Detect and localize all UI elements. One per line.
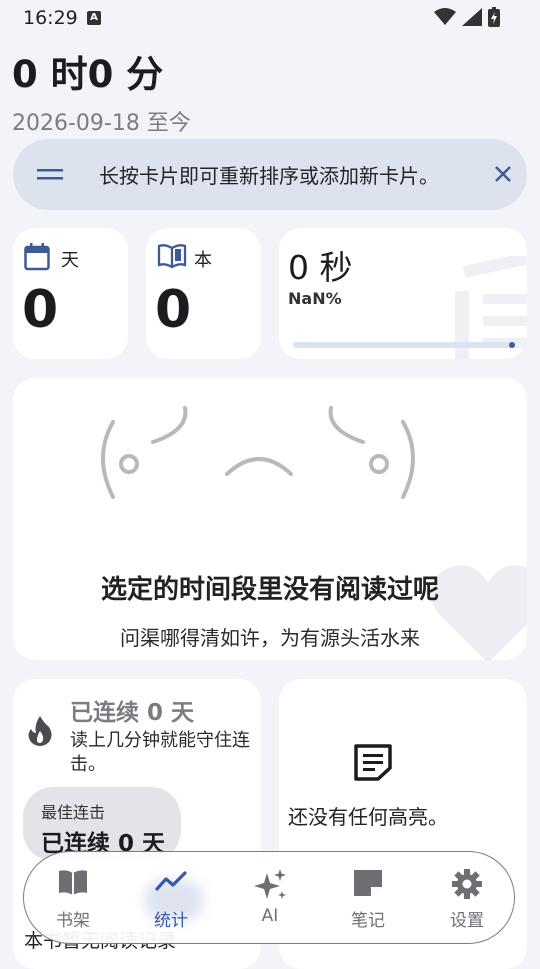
time-value: 0 秒: [288, 248, 353, 287]
status-time: 16:29: [23, 7, 78, 29]
calendar-icon: [24, 243, 50, 271]
time-percent: NaN%: [288, 289, 342, 308]
bottom-navigation: 书架 统计 AI 笔记 设置: [23, 851, 515, 944]
note-icon: [354, 870, 382, 896]
fire-icon: [28, 716, 52, 746]
sparkle-icon: [254, 869, 286, 899]
nav-label: 统计: [154, 911, 188, 931]
streak-title: 已连续 0 天: [70, 700, 195, 726]
status-bar: 16:29 A: [0, 0, 540, 36]
note-icon: [354, 744, 392, 781]
gear-icon: [452, 869, 482, 899]
close-icon[interactable]: [491, 162, 515, 186]
empty-title: 选定的时间段里没有阅读过呢: [100, 575, 439, 605]
tip-text: 长按卡片即可重新排序或添加新卡片。: [99, 164, 439, 188]
nav-label: 笔记: [351, 911, 385, 931]
empty-quote: 问渠哪得清如许，为有源头活水来: [120, 626, 420, 650]
progress-indicator: [509, 342, 515, 348]
nav-settings[interactable]: 设置: [418, 852, 516, 945]
status-icons: [434, 7, 500, 27]
days-value: 0: [22, 280, 59, 340]
tip-banner: 长按卡片即可重新排序或添加新卡片。: [13, 139, 527, 210]
best-streak-label: 最佳连击: [41, 803, 106, 822]
days-unit: 天: [61, 250, 79, 271]
nav-label: 书架: [56, 911, 90, 931]
drag-handle-icon: [37, 169, 63, 180]
empty-state-card: 选定的时间段里没有阅读过呢 问渠哪得清如许，为有源头活水来: [13, 378, 527, 660]
books-value: 0: [155, 280, 192, 340]
wifi-icon: [434, 8, 456, 25]
sad-face-icon: [101, 406, 415, 499]
highlights-empty-text: 还没有任何高亮。: [288, 805, 448, 829]
book-icon: [59, 870, 87, 895]
nav-bookshelf[interactable]: 书架: [24, 852, 122, 945]
battery-icon: [488, 7, 500, 27]
total-reading-time: 0 时0 分: [12, 53, 164, 96]
nav-label: AI: [261, 906, 279, 926]
books-unit: 本: [194, 250, 212, 271]
nav-notes[interactable]: 笔记: [319, 852, 417, 945]
notification-icon: A: [87, 11, 101, 25]
time-card[interactable]: 0 秒 NaN%: [279, 228, 527, 359]
signal-icon: [462, 8, 482, 26]
nav-statistics[interactable]: 统计: [122, 852, 220, 945]
nav-label: 设置: [450, 911, 484, 931]
date-range[interactable]: 2026-09-18 至今: [12, 105, 191, 137]
streak-description: 读上几分钟就能守住连击。: [70, 730, 250, 775]
best-streak-chip: 最佳连击 已连续 0 天: [23, 787, 181, 861]
days-card[interactable]: 天 0: [13, 228, 128, 359]
trend-icon: [155, 871, 187, 891]
open-book-icon: [157, 244, 187, 269]
time-progress-bar: [293, 342, 515, 348]
books-card[interactable]: 本 0: [146, 228, 261, 359]
nav-ai[interactable]: AI: [221, 852, 319, 945]
